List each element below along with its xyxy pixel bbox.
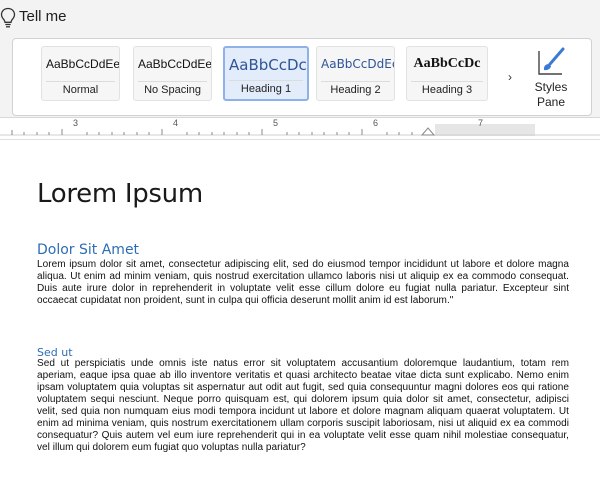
styles-pane-button[interactable]: Styles Pane: [521, 45, 581, 111]
ruler-ticks: [0, 127, 600, 136]
style-heading-1[interactable]: AaBbCcDc Heading 1: [223, 46, 309, 101]
tell-me-label: Tell me: [19, 8, 67, 25]
heading-dolor-sit-amet[interactable]: Dolor Sit Amet: [37, 242, 139, 258]
styles-gallery: AaBbCcDdEe Normal AaBbCcDdEe No Spacing …: [12, 38, 592, 116]
ruler-number: 5: [273, 118, 279, 128]
style-sample: AaBbCcDc: [413, 56, 481, 71]
chevron-right-icon[interactable]: ›: [508, 70, 512, 84]
style-name: No Spacing: [138, 81, 207, 97]
styles-pane-label-line1: Styles: [534, 80, 568, 94]
style-sample: AaBbCcDdEe: [138, 57, 211, 71]
style-heading-2[interactable]: AaBbCcDdEe Heading 2: [316, 46, 395, 101]
paragraph-lorem-ipsum[interactable]: Lorem ipsum dolor sit amet, consectetur …: [37, 259, 569, 307]
style-sample: AaBbCcDdEe: [321, 57, 394, 71]
ruler-number: 6: [373, 118, 379, 128]
style-heading-3[interactable]: AaBbCcDc Heading 3: [406, 46, 488, 101]
style-name: Normal: [46, 81, 115, 97]
styles-pane-label-line2: Pane: [536, 95, 566, 109]
style-sample: AaBbCcDdEe: [46, 57, 119, 71]
style-sample: AaBbCcDc: [229, 56, 307, 74]
paintbrush-icon: [538, 47, 565, 75]
document-page[interactable]: Lorem Ipsum Dolor Sit Amet Lorem ipsum d…: [0, 141, 600, 483]
lightbulb-icon: [0, 7, 16, 28]
horizontal-ruler[interactable]: 3 4 5 6 7: [0, 118, 600, 140]
style-name: Heading 1: [229, 80, 303, 96]
tell-me-bar[interactable]: Tell me: [0, 0, 600, 32]
ruler-number: 7: [478, 118, 484, 128]
paragraph-sed-ut[interactable]: Sed ut perspiciatis unde omnis iste natu…: [37, 358, 569, 454]
document-title[interactable]: Lorem Ipsum: [37, 179, 203, 209]
style-name: Heading 3: [411, 81, 483, 97]
ribbon: Tell me AaBbCcDdEe Normal AaBbCcDdEe No …: [0, 0, 600, 118]
ruler-number: 4: [173, 118, 179, 128]
style-name: Heading 2: [321, 81, 390, 97]
style-no-spacing[interactable]: AaBbCcDdEe No Spacing: [133, 46, 212, 101]
ruler-number: 3: [73, 118, 79, 128]
style-normal[interactable]: AaBbCcDdEe Normal: [41, 46, 120, 101]
